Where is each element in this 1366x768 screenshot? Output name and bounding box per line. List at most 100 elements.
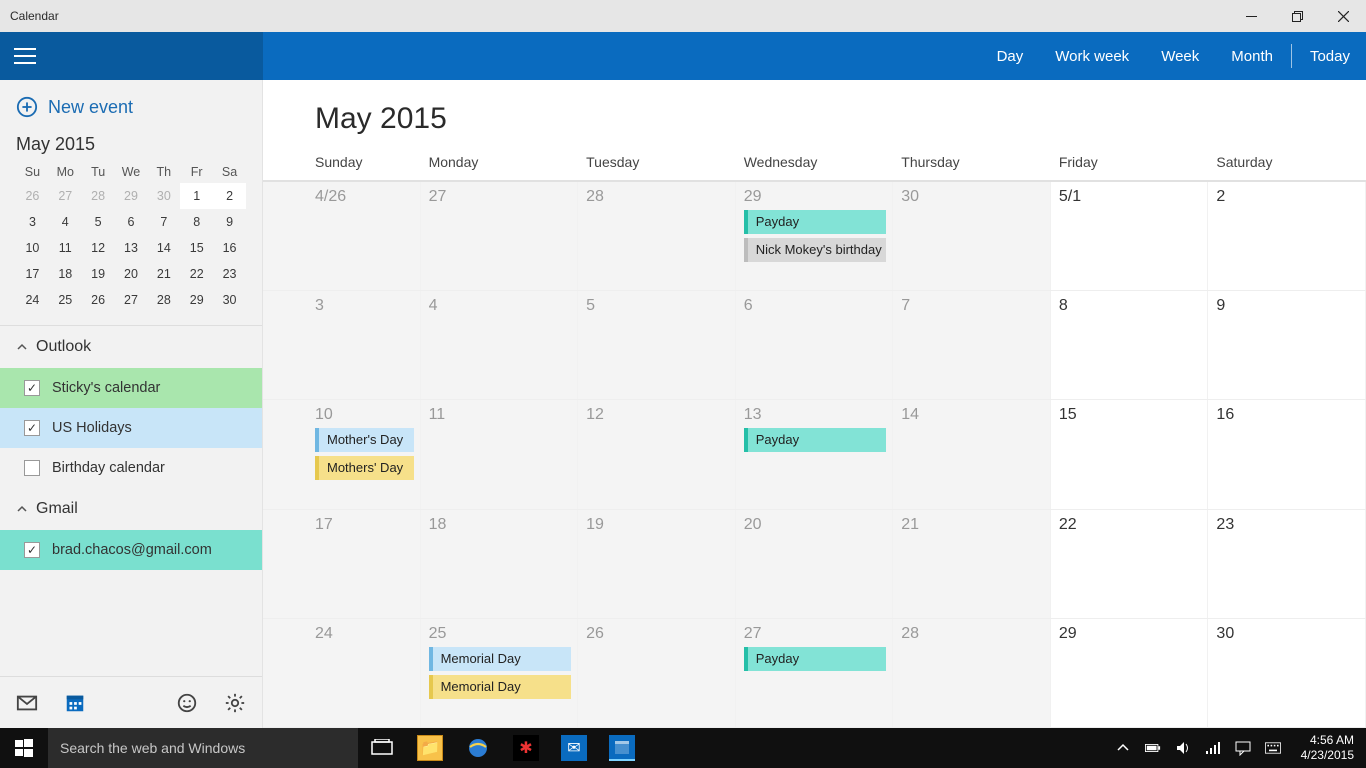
mini-day[interactable]: 18: [49, 261, 82, 287]
mail-app-icon[interactable]: [10, 686, 44, 720]
mini-day[interactable]: 30: [213, 287, 246, 313]
tray-battery-icon[interactable]: [1143, 738, 1163, 758]
day-cell[interactable]: 30: [893, 182, 1051, 290]
mini-calendar-title[interactable]: May 2015: [16, 134, 246, 155]
day-cell[interactable]: 15: [1051, 400, 1209, 508]
day-cell[interactable]: 20: [736, 510, 894, 618]
taskbar-app-calendar[interactable]: [598, 728, 646, 768]
day-cell[interactable]: 30: [1208, 619, 1366, 727]
day-cell[interactable]: 25Memorial DayMemorial Day: [421, 619, 579, 727]
start-button[interactable]: [0, 728, 48, 768]
day-cell[interactable]: 18: [421, 510, 579, 618]
mini-day[interactable]: 9: [213, 209, 246, 235]
close-button[interactable]: [1320, 0, 1366, 32]
mini-day[interactable]: 24: [16, 287, 49, 313]
mini-day[interactable]: 17: [16, 261, 49, 287]
maximize-button[interactable]: [1274, 0, 1320, 32]
view-week[interactable]: Week: [1145, 32, 1215, 80]
day-cell[interactable]: 17: [263, 510, 421, 618]
mini-day[interactable]: 26: [16, 183, 49, 209]
day-cell[interactable]: 14: [893, 400, 1051, 508]
minimize-button[interactable]: [1228, 0, 1274, 32]
day-cell[interactable]: 6: [736, 291, 894, 399]
taskbar-app-explorer[interactable]: 📁: [406, 728, 454, 768]
mini-day[interactable]: 29: [180, 287, 213, 313]
day-cell[interactable]: 16: [1208, 400, 1366, 508]
mini-day[interactable]: 13: [115, 235, 148, 261]
mini-day[interactable]: 28: [82, 183, 115, 209]
day-cell[interactable]: 9: [1208, 291, 1366, 399]
day-cell[interactable]: 10Mother's DayMothers' Day: [263, 400, 421, 508]
mini-day[interactable]: 19: [82, 261, 115, 287]
day-cell[interactable]: 7: [893, 291, 1051, 399]
taskbar-clock[interactable]: 4:56 AM 4/23/2015: [1293, 733, 1362, 763]
taskbar-app-3[interactable]: ✱: [502, 728, 550, 768]
day-cell[interactable]: 24: [263, 619, 421, 727]
day-cell[interactable]: 3: [263, 291, 421, 399]
mini-day[interactable]: 8: [180, 209, 213, 235]
mini-day[interactable]: 11: [49, 235, 82, 261]
tray-action-center-icon[interactable]: [1233, 738, 1253, 758]
day-cell[interactable]: 4: [421, 291, 579, 399]
mini-day[interactable]: 12: [82, 235, 115, 261]
day-cell[interactable]: 5/1: [1051, 182, 1209, 290]
day-cell[interactable]: 11: [421, 400, 579, 508]
day-cell[interactable]: 28: [578, 182, 736, 290]
view-day[interactable]: Day: [981, 32, 1040, 80]
day-cell[interactable]: 27Payday: [736, 619, 894, 727]
day-cell[interactable]: 19: [578, 510, 736, 618]
taskbar-app-mail[interactable]: ✉: [550, 728, 598, 768]
mini-day[interactable]: 28: [147, 287, 180, 313]
calendar-event[interactable]: Payday: [744, 428, 887, 452]
day-cell[interactable]: 5: [578, 291, 736, 399]
calendar-event[interactable]: Memorial Day: [429, 675, 572, 699]
taskbar-search[interactable]: Search the web and Windows: [48, 728, 358, 768]
calendar-checkbox[interactable]: [24, 420, 40, 436]
view-month[interactable]: Month: [1215, 32, 1289, 80]
mini-day[interactable]: 4: [49, 209, 82, 235]
day-cell[interactable]: 23: [1208, 510, 1366, 618]
calendar-section-header[interactable]: Gmail: [0, 488, 262, 530]
tray-volume-icon[interactable]: [1173, 738, 1193, 758]
day-cell[interactable]: 22: [1051, 510, 1209, 618]
calendar-app-icon[interactable]: [58, 686, 92, 720]
calendar-checkbox[interactable]: [24, 460, 40, 476]
taskbar-app-ie[interactable]: [454, 728, 502, 768]
view-today[interactable]: Today: [1294, 32, 1366, 80]
mini-day[interactable]: 7: [147, 209, 180, 235]
calendar-event[interactable]: Mothers' Day: [315, 456, 414, 480]
day-cell[interactable]: 13Payday: [736, 400, 894, 508]
mini-day[interactable]: 6: [115, 209, 148, 235]
mini-day[interactable]: 21: [147, 261, 180, 287]
feedback-icon[interactable]: [170, 686, 204, 720]
mini-day[interactable]: 30: [147, 183, 180, 209]
mini-day[interactable]: 16: [213, 235, 246, 261]
calendar-item[interactable]: brad.chacos@gmail.com: [0, 530, 262, 570]
settings-icon[interactable]: [218, 686, 252, 720]
mini-day[interactable]: 27: [115, 287, 148, 313]
calendar-event[interactable]: Memorial Day: [429, 647, 572, 671]
mini-day[interactable]: 14: [147, 235, 180, 261]
mini-day[interactable]: 10: [16, 235, 49, 261]
mini-day[interactable]: 23: [213, 261, 246, 287]
day-cell[interactable]: 28: [893, 619, 1051, 727]
day-cell[interactable]: 8: [1051, 291, 1209, 399]
mini-day[interactable]: 27: [49, 183, 82, 209]
calendar-item[interactable]: US Holidays: [0, 408, 262, 448]
day-cell[interactable]: 29: [1051, 619, 1209, 727]
task-view-button[interactable]: [358, 728, 406, 768]
calendar-section-header[interactable]: Outlook: [0, 326, 262, 368]
day-cell[interactable]: 27: [421, 182, 579, 290]
mini-day[interactable]: 25: [49, 287, 82, 313]
calendar-event[interactable]: Nick Mokey's birthday: [744, 238, 887, 262]
mini-day[interactable]: 2: [213, 183, 246, 209]
view-workweek[interactable]: Work week: [1039, 32, 1145, 80]
calendar-checkbox[interactable]: [24, 380, 40, 396]
mini-day[interactable]: 20: [115, 261, 148, 287]
tray-keyboard-icon[interactable]: [1263, 738, 1283, 758]
mini-day[interactable]: 22: [180, 261, 213, 287]
tray-chevron-icon[interactable]: [1113, 738, 1133, 758]
calendar-item[interactable]: Sticky's calendar: [0, 368, 262, 408]
day-cell[interactable]: 21: [893, 510, 1051, 618]
nav-pane-toggle[interactable]: [0, 32, 263, 80]
